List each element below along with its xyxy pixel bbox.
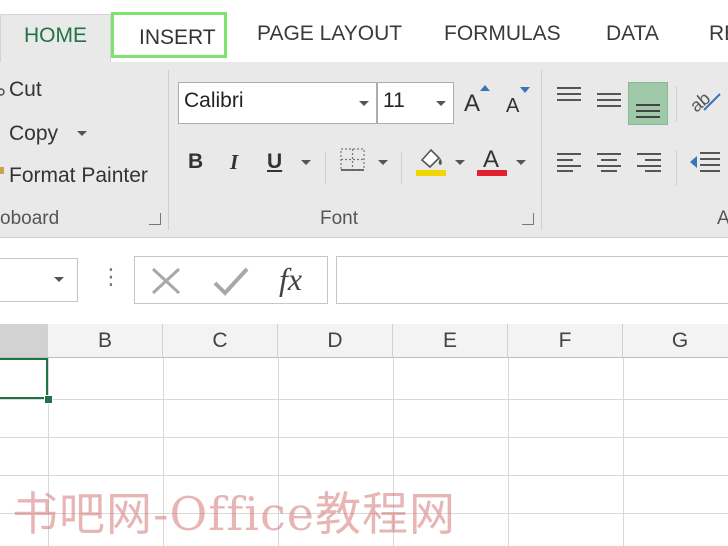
align-bottom-icon (636, 104, 660, 118)
paintbrush-icon (0, 167, 4, 174)
increase-font-size-button[interactable]: A (462, 82, 492, 122)
column-gridline (508, 358, 509, 546)
chevron-down-icon[interactable] (455, 160, 465, 165)
chevron-down-icon[interactable] (516, 160, 526, 165)
chevron-down-icon[interactable] (77, 131, 87, 136)
format-painter-label: Format Painter (9, 164, 148, 187)
group-divider (168, 70, 169, 230)
decrease-font-size-button[interactable]: A (504, 82, 534, 122)
align-center-icon[interactable] (596, 152, 622, 172)
font-size-value: 11 (383, 89, 405, 112)
align-right-icon[interactable] (636, 152, 662, 172)
tab-home-label: HOME (24, 24, 87, 47)
column-header-a[interactable] (0, 324, 48, 358)
formula-input[interactable] (336, 256, 728, 304)
formula-buttons: fx (134, 256, 328, 304)
row-gridline (0, 437, 728, 438)
font-name-combo[interactable]: Calibri (178, 82, 377, 124)
decrease-indent-icon[interactable] (688, 150, 722, 174)
align-top-icon[interactable] (556, 86, 582, 106)
insert-function-icon[interactable]: fx (279, 261, 302, 298)
column-gridline (623, 358, 624, 546)
decrease-font-icon-glyph: A (506, 95, 520, 117)
cut-label: Cut (9, 78, 42, 101)
ribbon: Cut Copy Format Painter oboard Calibri 1… (0, 62, 728, 238)
copy-button[interactable]: Copy (0, 120, 100, 150)
increase-font-icon-glyph: A (464, 90, 481, 117)
cut-button[interactable]: Cut (0, 76, 160, 106)
caret-up-icon (480, 85, 490, 91)
tab-insert[interactable]: INSERT (111, 12, 227, 58)
column-header[interactable]: D (278, 324, 393, 358)
row-gridline (0, 399, 728, 400)
chevron-down-icon[interactable] (436, 101, 446, 106)
align-middle-icon[interactable] (596, 90, 622, 110)
orientation-icon[interactable]: ab (688, 86, 722, 116)
bold-button[interactable]: B (188, 150, 203, 174)
format-painter-button[interactable]: Format Painter (0, 162, 160, 192)
align-bottom-button[interactable] (628, 82, 668, 125)
selected-cell[interactable] (0, 358, 48, 399)
font-group-label: Font (320, 208, 359, 229)
font-color-swatch (477, 170, 507, 176)
font-color-button[interactable]: A (477, 146, 509, 178)
button-divider (325, 152, 326, 184)
button-divider (401, 152, 402, 184)
align-left-icon[interactable] (556, 152, 582, 172)
ribbon-tab-bar: HOME INSERT PAGE LAYOUT FORMULAS DATA RE (0, 0, 728, 63)
svg-text:ab: ab (688, 88, 714, 116)
chevron-down-icon[interactable] (378, 160, 388, 165)
chevron-down-icon[interactable] (301, 160, 311, 165)
tab-review[interactable]: RE (709, 22, 728, 46)
fill-handle[interactable] (44, 395, 53, 404)
font-size-combo[interactable]: 11 (377, 82, 454, 124)
enter-checkmark-icon[interactable] (213, 267, 249, 297)
tab-insert-label: INSERT (139, 26, 216, 49)
button-divider (676, 150, 677, 186)
font-name-value: Calibri (184, 89, 244, 112)
borders-icon[interactable] (340, 148, 366, 172)
italic-button[interactable]: I (230, 150, 238, 175)
column-header[interactable]: G (623, 324, 728, 358)
tab-home[interactable]: HOME (0, 14, 111, 63)
clipboard-group-label: oboard (0, 208, 60, 229)
fill-color-icon[interactable] (416, 144, 448, 176)
button-divider (676, 86, 677, 122)
scissors-icon (0, 88, 5, 96)
column-header[interactable]: F (508, 324, 623, 358)
column-header[interactable]: C (163, 324, 278, 358)
dialog-launcher-icon[interactable] (522, 213, 534, 225)
column-header[interactable]: E (393, 324, 508, 358)
watermark: 书吧网-Office教程网 (12, 487, 457, 541)
chevron-down-icon[interactable] (54, 277, 64, 282)
column-header[interactable]: B (48, 324, 163, 358)
row-gridline (0, 475, 728, 476)
chevron-down-icon[interactable] (359, 101, 369, 106)
dialog-launcher-icon[interactable] (149, 213, 161, 225)
tab-page-layout[interactable]: PAGE LAYOUT (257, 22, 402, 46)
more-options-icon[interactable]: ⋮ (100, 264, 122, 290)
underline-button[interactable]: U (267, 150, 282, 174)
tab-data[interactable]: DATA (606, 22, 659, 46)
alignment-group-label: A (717, 208, 728, 229)
caret-down-icon (520, 87, 530, 93)
tab-formulas[interactable]: FORMULAS (444, 22, 561, 46)
cancel-icon[interactable] (151, 267, 181, 295)
group-divider (541, 70, 542, 230)
copy-label: Copy (9, 122, 59, 145)
name-box[interactable] (0, 258, 78, 302)
